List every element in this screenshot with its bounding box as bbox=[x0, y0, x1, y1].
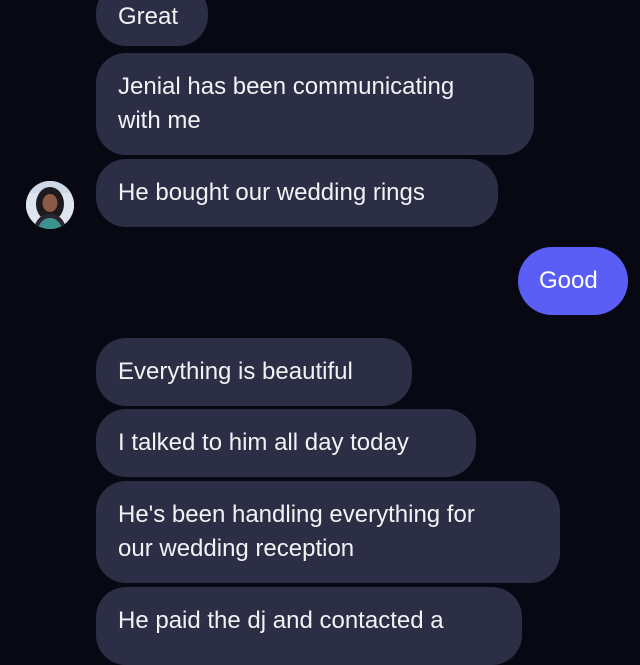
received-message: He paid the dj and contacted a bbox=[96, 587, 522, 665]
sent-message: Good bbox=[518, 247, 628, 315]
received-message: Jenial has been communicating with me bbox=[96, 53, 534, 155]
contact-avatar-icon bbox=[26, 181, 74, 229]
received-message: Everything is beautiful bbox=[96, 338, 412, 406]
received-message: He bought our wedding rings bbox=[96, 159, 498, 227]
received-message: I talked to him all day today bbox=[96, 409, 476, 477]
received-message: Great bbox=[96, 0, 208, 46]
contact-avatar-icon[interactable] bbox=[26, 181, 74, 229]
received-message: He's been handling everything for our we… bbox=[96, 481, 560, 583]
